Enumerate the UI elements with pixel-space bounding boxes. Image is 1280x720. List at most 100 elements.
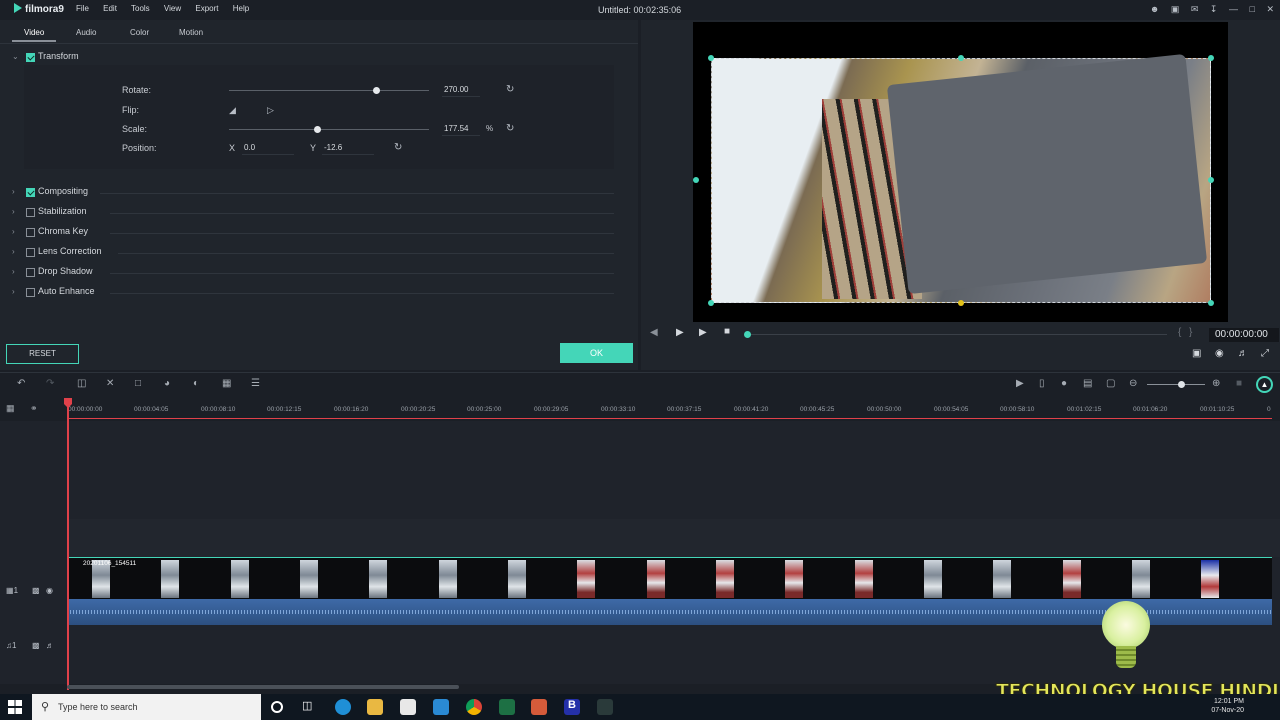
resize-handle-bottom-right[interactable] — [1208, 300, 1214, 306]
empty-track[interactable] — [67, 519, 1280, 557]
chevron-right-icon[interactable]: › — [12, 187, 15, 196]
tab-video[interactable]: Video — [11, 28, 57, 42]
ok-button[interactable]: OK — [560, 343, 633, 363]
timeline-ruler[interactable]: ▦ ⚭ 00:00:00:00 00:00:04:05 00:00:08:10 … — [0, 397, 1280, 421]
lock-icon[interactable]: ▩ — [32, 586, 40, 595]
redo-icon[interactable]: ↷ — [46, 378, 54, 389]
tab-motion[interactable]: Motion — [179, 28, 203, 37]
drop-shadow-checkbox[interactable] — [26, 268, 35, 277]
speaker-icon[interactable]: ♬ — [46, 641, 54, 650]
zoom-slider-handle[interactable] — [1178, 381, 1185, 388]
chevron-right-icon[interactable]: › — [12, 247, 15, 256]
close-icon[interactable]: ✕ — [1266, 4, 1274, 14]
position-y-field[interactable]: -12.6 — [322, 141, 374, 155]
volume-icon[interactable]: ♬ — [1238, 348, 1248, 359]
scale-slider-handle[interactable] — [314, 126, 321, 133]
crop-icon[interactable]: □ — [135, 378, 141, 389]
b-app-icon[interactable]: B — [564, 699, 580, 715]
zoom-slider-track[interactable] — [1147, 384, 1205, 385]
file-explorer-icon[interactable] — [367, 699, 383, 715]
compositing-section[interactable]: › Compositing — [0, 185, 638, 201]
chrome-icon[interactable] — [466, 699, 482, 715]
lens-correction-checkbox[interactable] — [26, 248, 35, 257]
chevron-down-icon[interactable]: ⌄ — [12, 52, 19, 61]
maximize-icon[interactable]: □ — [1250, 4, 1255, 14]
save-icon[interactable]: ▣ — [1171, 4, 1180, 14]
chevron-right-icon[interactable]: › — [12, 267, 15, 276]
flip-horizontal-icon[interactable]: ◢ — [229, 105, 236, 116]
snapshot-icon[interactable]: ◉ — [1215, 348, 1224, 359]
delete-icon[interactable]: ◫ — [77, 378, 86, 389]
mail-icon[interactable]: ✉ — [1191, 4, 1199, 14]
task-view-icon[interactable]: ◫ — [302, 699, 318, 715]
tab-audio[interactable]: Audio — [76, 28, 96, 37]
fullscreen-icon[interactable]: ⤢ — [1261, 348, 1269, 359]
scale-reset-icon[interactable]: ↻ — [506, 123, 514, 134]
mark-in-icon[interactable]: { — [1178, 327, 1181, 338]
compositing-checkbox[interactable] — [26, 188, 35, 197]
empty-track[interactable] — [67, 421, 1280, 519]
auto-enhance-checkbox[interactable] — [26, 288, 35, 297]
reset-button[interactable]: RESET — [6, 344, 79, 364]
video-clip[interactable]: 20201106_154511 — [67, 557, 1272, 599]
rotate-slider-handle[interactable] — [373, 87, 380, 94]
marker-icon[interactable]: ▯ — [1039, 378, 1045, 389]
taskbar-search-input[interactable]: ⚲ Type here to search — [32, 694, 261, 720]
green-screen-icon[interactable]: ▦ — [222, 378, 231, 389]
transform-section-header[interactable]: ⌄ Transform — [0, 50, 638, 66]
menu-file[interactable]: File — [76, 4, 89, 13]
voiceover-icon[interactable]: ● — [1061, 378, 1067, 389]
rotate-reset-icon[interactable]: ↻ — [506, 84, 514, 95]
system-clock[interactable]: 12:01 PM 07-Nov-20 — [1211, 697, 1244, 715]
playhead[interactable] — [67, 398, 69, 690]
audio-mixer-icon[interactable]: ▤ — [1083, 378, 1092, 389]
position-x-field[interactable]: 0.0 — [242, 141, 294, 155]
edge-icon[interactable] — [335, 699, 351, 715]
chroma-key-section[interactable]: › Chroma Key — [0, 225, 638, 241]
playback-progress-handle[interactable] — [744, 331, 751, 338]
store-icon[interactable] — [400, 699, 416, 715]
rotate-value-field[interactable]: 270.00 — [442, 83, 480, 97]
scale-value-field[interactable]: 177.54 — [442, 122, 480, 136]
auto-enhance-section[interactable]: › Auto Enhance — [0, 285, 638, 301]
resize-handle-top[interactable] — [958, 55, 964, 61]
zoom-in-icon[interactable]: ⊕ — [1212, 378, 1220, 389]
cortana-icon[interactable] — [271, 701, 283, 713]
snapshot-timeline-icon[interactable]: ▢ — [1106, 378, 1115, 389]
rotate-slider-track[interactable] — [229, 90, 429, 91]
paint-icon[interactable] — [531, 699, 547, 715]
export-highlight-button[interactable]: ▲ — [1256, 376, 1273, 393]
play-icon[interactable]: ▶ — [699, 327, 707, 338]
cut-icon[interactable]: ✕ — [106, 378, 114, 389]
audio-track-lane[interactable] — [67, 625, 1280, 665]
stop-icon[interactable]: ■ — [724, 326, 730, 337]
video-frame[interactable] — [711, 53, 1211, 303]
display-icon[interactable]: ▣ — [1192, 348, 1201, 359]
transform-checkbox[interactable] — [26, 53, 35, 62]
play-back-icon[interactable]: ▶ — [676, 327, 684, 338]
minimize-icon[interactable]: — — [1229, 4, 1238, 14]
drop-shadow-section[interactable]: › Drop Shadow — [0, 265, 638, 281]
chevron-right-icon[interactable]: › — [12, 287, 15, 296]
resize-handle-left[interactable] — [693, 177, 699, 183]
color-icon[interactable]: ◐ — [193, 378, 199, 389]
tab-color[interactable]: Color — [130, 28, 149, 37]
menu-tools[interactable]: Tools — [131, 4, 150, 13]
position-reset-icon[interactable]: ↻ — [394, 142, 402, 153]
filmora-taskbar-icon[interactable] — [597, 699, 613, 715]
menu-view[interactable]: View — [164, 4, 181, 13]
menu-export[interactable]: Export — [195, 4, 218, 13]
render-preview-icon[interactable]: ▶ — [1016, 378, 1024, 389]
excel-icon[interactable] — [499, 699, 515, 715]
layout-icon[interactable]: ■ — [1236, 378, 1242, 389]
chevron-right-icon[interactable]: › — [12, 207, 15, 216]
resize-handle-top-right[interactable] — [1208, 55, 1214, 61]
download-icon[interactable]: ↧ — [1210, 4, 1218, 14]
stabilization-checkbox[interactable] — [26, 208, 35, 217]
chevron-right-icon[interactable]: › — [12, 227, 15, 236]
lens-correction-section[interactable]: › Lens Correction — [0, 245, 638, 261]
resize-handle-bottom-left[interactable] — [708, 300, 714, 306]
account-icon[interactable]: ☻ — [1150, 4, 1159, 14]
timeline-scrollbar[interactable] — [67, 685, 459, 689]
resize-handle-top-left[interactable] — [708, 55, 714, 61]
